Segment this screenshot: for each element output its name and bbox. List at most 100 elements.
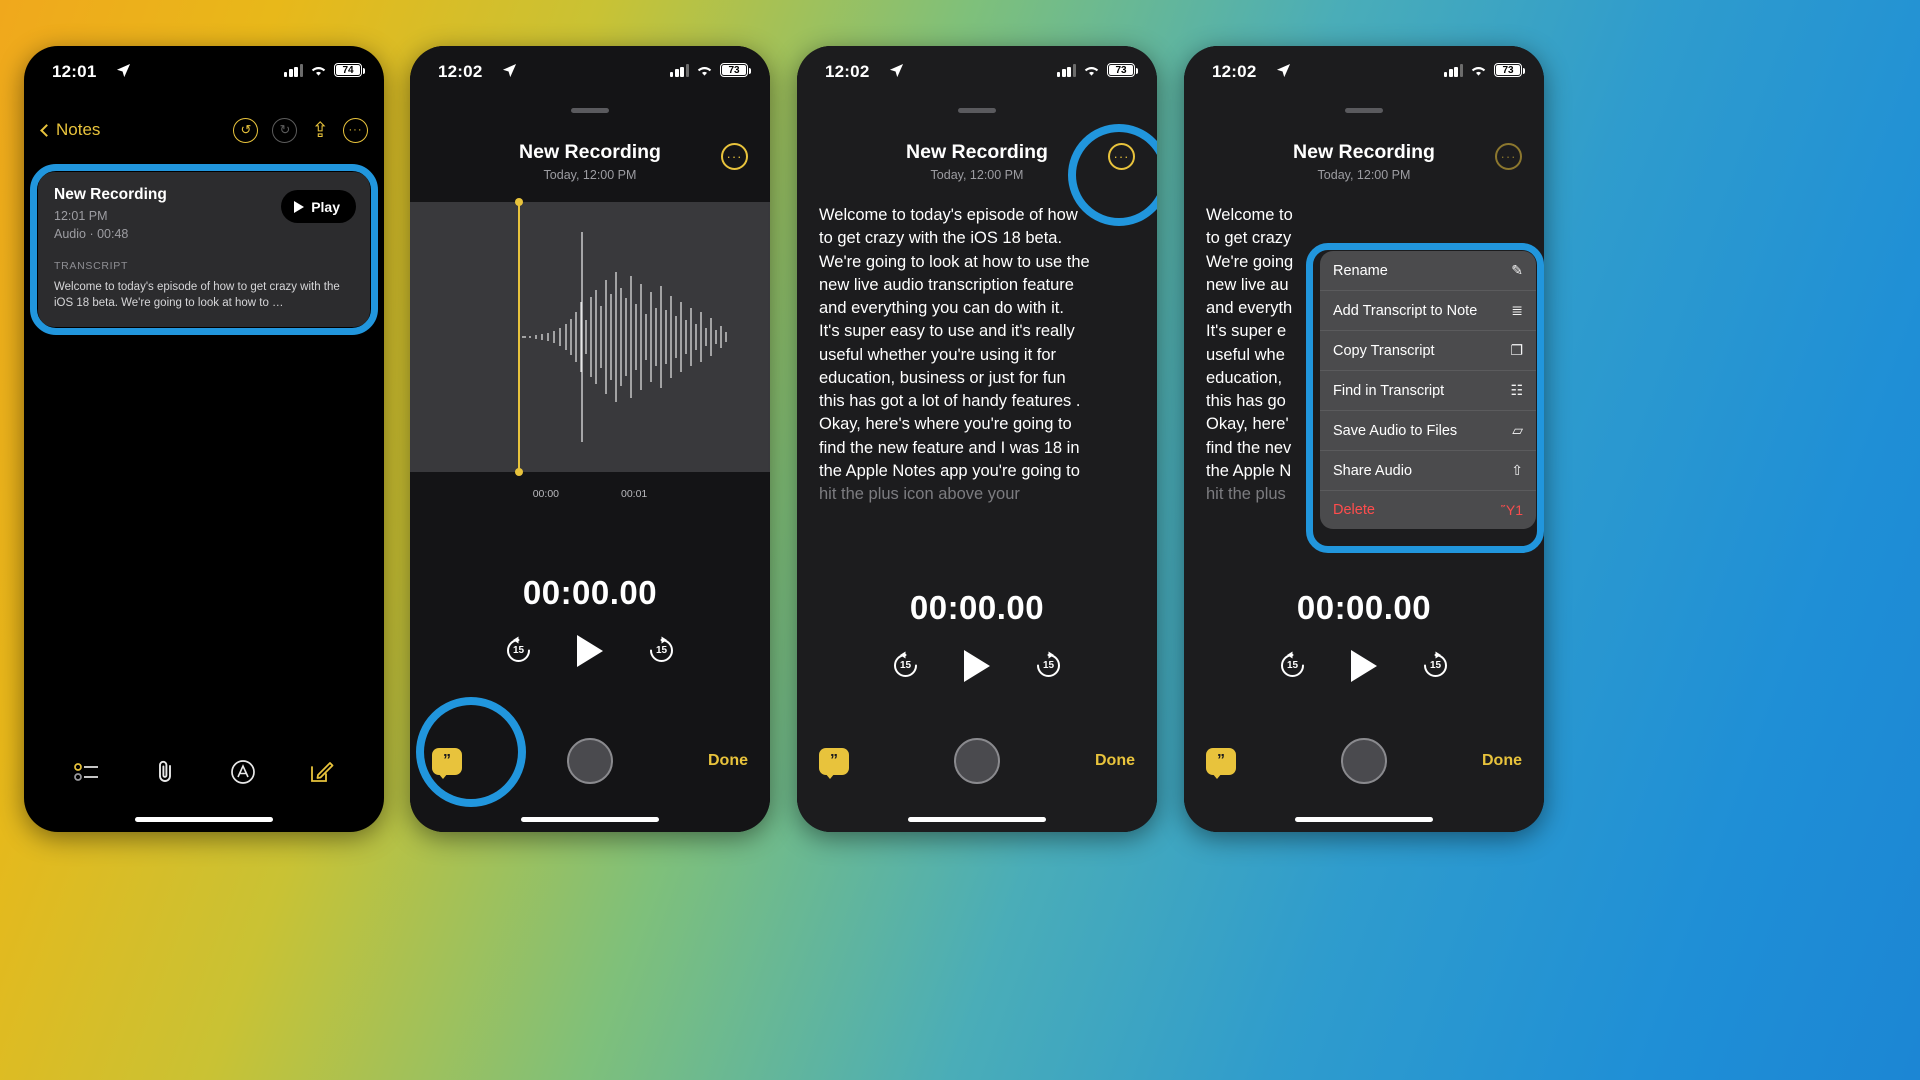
rewind-15-button[interactable]: 15 bbox=[1276, 649, 1309, 682]
recording-context-menu: Rename ✎ Add Transcript to Note ≣ Copy Trans… bbox=[1320, 251, 1536, 529]
phone-panel-transcript: 12:02 73 New Recording Today, 12:00 PM ·… bbox=[797, 46, 1157, 832]
recording-date: Today, 12:00 PM bbox=[543, 168, 637, 182]
transcript-line: to get crazy bbox=[1206, 229, 1292, 248]
forward-15-button[interactable]: 15 bbox=[1032, 649, 1065, 682]
home-indicator bbox=[908, 817, 1046, 822]
playhead-marker[interactable] bbox=[515, 198, 523, 476]
more-icon[interactable]: ··· bbox=[343, 117, 368, 143]
paperclip-icon[interactable] bbox=[153, 759, 177, 790]
context-menu-item-label: Save Audio to Files bbox=[1333, 422, 1458, 439]
trash-icon: Ὕ1 bbox=[1501, 502, 1523, 518]
context-menu-item-share-audio[interactable]: Share Audio ⇧ bbox=[1320, 451, 1536, 491]
context-menu-item-label: Copy Transcript bbox=[1333, 342, 1435, 359]
status-time: 12:02 bbox=[438, 62, 483, 81]
transcript-line: Welcome to bbox=[1206, 206, 1293, 224]
more-options-button[interactable]: ··· bbox=[1108, 143, 1135, 170]
notes-navigation-bar: Notes ↺ ↻ ⇪ ··· bbox=[24, 104, 384, 156]
transcript-label: TRANSCRIPT bbox=[54, 259, 129, 272]
transcript-line: Okay, here's where you're going to bbox=[819, 415, 1072, 434]
recording-meta: Audio · 00:48 bbox=[54, 227, 129, 242]
forward-15-button[interactable]: 15 bbox=[645, 634, 678, 667]
chevron-left-icon bbox=[40, 123, 53, 137]
context-menu-item-label: Find in Transcript bbox=[1333, 382, 1445, 399]
transcript-toggle-button[interactable]: ” bbox=[432, 747, 462, 779]
phone-panel-menu: 12:02 73 New Recording Today, 12:00 PM ·… bbox=[1184, 46, 1544, 832]
context-menu-item-rename[interactable]: Rename ✎ bbox=[1320, 251, 1536, 291]
waveform-area[interactable]: 00:00 00:01 bbox=[410, 198, 770, 512]
transcript-line: education, business or just for fun bbox=[819, 368, 1066, 387]
done-button[interactable]: Done bbox=[708, 752, 748, 769]
play-button[interactable]: Play bbox=[281, 190, 356, 223]
cellular-bars-icon bbox=[1444, 63, 1463, 77]
context-menu-item-copy-transcript[interactable]: Copy Transcript ❐ bbox=[1320, 331, 1536, 371]
waveform-graphic bbox=[522, 232, 727, 442]
recording-date: Today, 12:00 PM bbox=[930, 168, 1024, 182]
recording-sheet: 12:02 73 New Recording Today, 12:00 PM ·… bbox=[1184, 46, 1544, 832]
play-icon bbox=[294, 200, 305, 213]
forward-15-button[interactable]: 15 bbox=[1419, 649, 1452, 682]
sheet-grabber[interactable] bbox=[958, 108, 996, 113]
markup-icon[interactable] bbox=[230, 759, 256, 790]
sheet-grabber[interactable] bbox=[1345, 108, 1383, 113]
back-to-notes-button[interactable]: Notes bbox=[40, 120, 100, 140]
transcript-toggle-button[interactable]: ” bbox=[1206, 747, 1236, 779]
battery-icon: 74 bbox=[334, 63, 366, 77]
location-arrow-icon bbox=[889, 63, 904, 78]
tick-left: 00:00 bbox=[532, 488, 559, 500]
more-options-button[interactable]: ··· bbox=[721, 143, 748, 170]
recording-bottom-bar: ” Done bbox=[797, 738, 1157, 784]
redo-icon[interactable]: ↻ bbox=[272, 117, 298, 143]
context-menu-item-delete[interactable]: Delete Ὕ1 bbox=[1320, 491, 1536, 529]
context-menu-item-add-transcript-to-note[interactable]: Add Transcript to Note ≣ bbox=[1320, 291, 1536, 331]
transcript-line: It's super easy to use and it's really bbox=[819, 322, 1075, 341]
recording-bottom-bar: ” Done bbox=[410, 738, 770, 784]
sheet-header: New Recording Today, 12:00 PM ··· bbox=[1184, 141, 1544, 182]
forward-15-label: 15 bbox=[1042, 660, 1055, 671]
status-bar: 12:02 73 bbox=[797, 46, 1157, 104]
more-options-button[interactable]: ··· bbox=[1495, 143, 1522, 170]
transcript-line: and everything you can do with it. bbox=[819, 299, 1064, 317]
rewind-15-button[interactable]: 15 bbox=[502, 634, 535, 667]
play-icon[interactable] bbox=[964, 649, 990, 682]
sheet-header: New Recording Today, 12:00 PM ··· bbox=[410, 141, 770, 182]
recording-title: New Recording bbox=[519, 141, 661, 163]
transcript-toggle-button[interactable]: ” bbox=[819, 747, 849, 779]
undo-icon[interactable]: ↺ bbox=[233, 117, 259, 143]
context-menu-item-find-in-transcript[interactable]: Find in Transcript ☷ bbox=[1320, 371, 1536, 411]
home-indicator bbox=[521, 817, 659, 822]
record-button[interactable] bbox=[1341, 738, 1387, 784]
battery-icon: 73 bbox=[720, 63, 752, 77]
transcript-line: We're going to look at how to use the bbox=[819, 252, 1090, 271]
record-button[interactable] bbox=[954, 738, 1000, 784]
context-menu-item-label: Rename bbox=[1333, 262, 1388, 279]
status-right: 73 bbox=[1057, 63, 1139, 77]
share-icon[interactable]: ⇪ bbox=[311, 118, 329, 143]
transcript-line: this has got a lot of handy features . bbox=[819, 392, 1081, 410]
waveform-ticks: 00:00 00:01 bbox=[410, 488, 770, 500]
sheet-grabber[interactable] bbox=[571, 108, 609, 113]
phone-panel-notes: 12:01 74 Notes ↺ ↻ ⇪ ··· New Recording 1… bbox=[24, 46, 384, 832]
cellular-bars-icon bbox=[1057, 63, 1076, 77]
battery-level: 73 bbox=[1496, 65, 1520, 76]
play-icon[interactable] bbox=[1351, 649, 1377, 682]
play-icon[interactable] bbox=[577, 634, 603, 667]
checklist-icon[interactable] bbox=[74, 761, 100, 788]
screenshot-root: 12:01 74 Notes ↺ ↻ ⇪ ··· New Recording 1… bbox=[0, 0, 1920, 1080]
context-menu-item-save-audio-to-files[interactable]: Save Audio to Files ▱ bbox=[1320, 411, 1536, 451]
cellular-bars-icon bbox=[284, 63, 303, 77]
playback-timer: 00:00.00 bbox=[1296, 589, 1432, 626]
transcript-line-faded: hit the plus icon above your bbox=[819, 485, 1020, 503]
battery-level: 73 bbox=[722, 65, 746, 76]
location-arrow-icon bbox=[116, 63, 131, 78]
rewind-15-button[interactable]: 15 bbox=[889, 649, 922, 682]
rewind-15-label: 15 bbox=[899, 660, 912, 671]
audio-recording-card-container: New Recording 12:01 PM Audio · 00:48 Pla… bbox=[30, 164, 378, 336]
audio-recording-card[interactable]: New Recording 12:01 PM Audio · 00:48 Pla… bbox=[38, 172, 370, 328]
done-button[interactable]: Done bbox=[1095, 752, 1135, 769]
record-button[interactable] bbox=[567, 738, 613, 784]
wifi-icon bbox=[311, 66, 326, 76]
compose-icon[interactable] bbox=[309, 760, 334, 790]
done-button[interactable]: Done bbox=[1482, 752, 1522, 769]
transcript-line: useful whether you're using it for bbox=[819, 345, 1057, 364]
rewind-15-label: 15 bbox=[512, 645, 525, 656]
